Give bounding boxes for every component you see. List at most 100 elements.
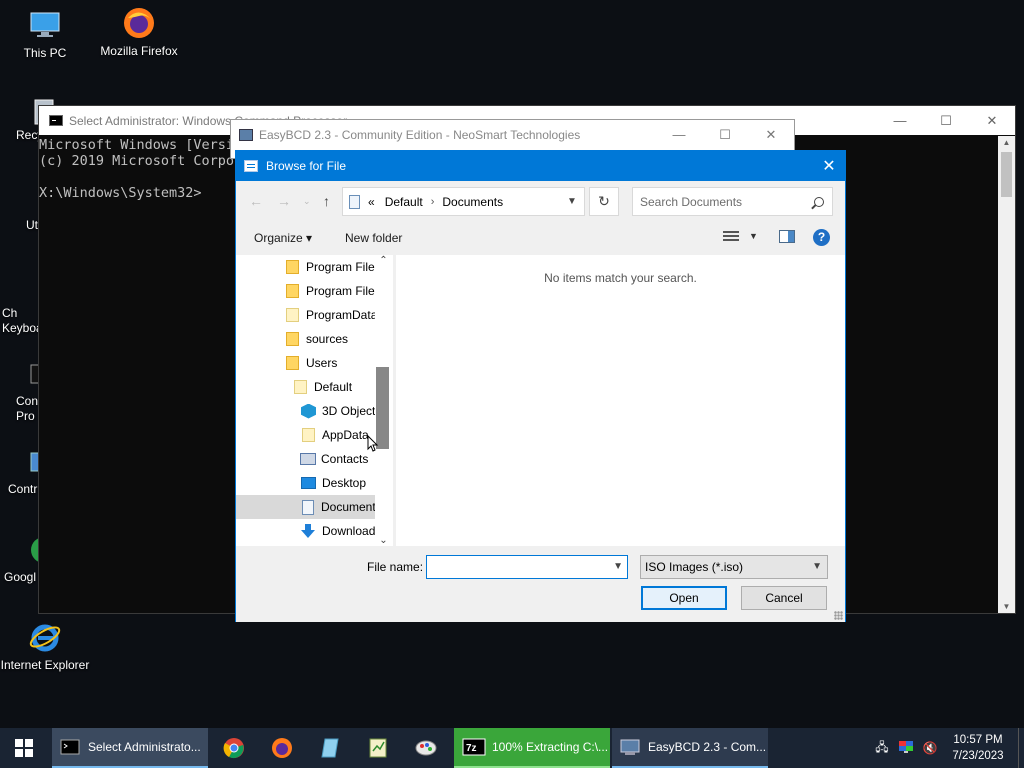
back-arrow-icon[interactable]: ← (249, 193, 263, 209)
taskbar-paint-button[interactable] (402, 728, 450, 768)
tree-item-label: Documents (321, 500, 379, 514)
tree-item-users[interactable]: Users (236, 351, 379, 375)
scroll-down-icon[interactable]: ▼ (998, 602, 1015, 611)
taskbar-button-label: EasyBCD 2.3 - Com... (648, 740, 767, 754)
close-button[interactable]: ✕ (969, 113, 1015, 129)
documents-icon (302, 499, 314, 515)
taskbar-chrome-button[interactable] (210, 728, 258, 768)
cmd-scrollbar[interactable]: ▲ ▼ (998, 136, 1015, 613)
search-icon[interactable] (814, 196, 824, 207)
close-button[interactable]: ✕ (748, 127, 794, 143)
forward-arrow-icon[interactable]: → (277, 193, 291, 209)
system-tray: 🖧 🔇 10:57 PM 7/23/2023 (870, 728, 1024, 768)
close-button[interactable]: ✕ (813, 156, 845, 176)
tree-item-program-files-x86[interactable]: Program Files (236, 279, 379, 303)
dialog-toolbar: Organize ▾ New folder ▼ ? (236, 225, 845, 251)
address-overflow[interactable]: « (368, 195, 375, 209)
cmd-icon (60, 739, 80, 755)
downloads-icon (301, 523, 315, 539)
chevron-down-icon[interactable]: ▼ (613, 561, 623, 572)
navigation-tree[interactable]: Program Files Program Files ProgramData … (236, 255, 393, 546)
up-arrow-icon[interactable]: ↑ (323, 193, 330, 209)
minimize-button[interactable]: — (656, 127, 702, 143)
file-name-input[interactable]: ▼ (426, 555, 628, 579)
tree-item-sources[interactable]: sources (236, 327, 379, 351)
documents-icon (349, 194, 360, 209)
chevron-up-icon[interactable]: ⌃ (375, 255, 392, 266)
breadcrumb-documents[interactable]: Documents (442, 195, 503, 209)
taskbar-easybcd-button[interactable]: EasyBCD 2.3 - Com... (612, 728, 768, 768)
browse-for-file-dialog[interactable]: Browse for File ✕ ← → ⌄ ↑ « Default › Do… (235, 150, 846, 622)
refresh-button[interactable]: ↻ (589, 187, 619, 216)
tree-item-label: Users (306, 356, 338, 370)
search-input[interactable]: Search Documents (632, 187, 833, 216)
tree-item-3d-objects[interactable]: 3D Objects (236, 399, 379, 423)
contacts-icon (300, 453, 316, 465)
svg-text:7z: 7z (466, 743, 477, 754)
new-folder-button[interactable]: New folder (345, 231, 402, 245)
minimize-button[interactable]: — (877, 113, 923, 129)
taskbar: Select Administrato... 7z 100% Extractin… (0, 728, 1024, 768)
desktop-icon-keyboard[interactable]: Ch Keyboa (0, 306, 43, 336)
view-options-icon[interactable] (723, 231, 739, 243)
clock[interactable]: 10:57 PM 7/23/2023 (942, 732, 1014, 764)
tree-item-documents[interactable]: Documents (236, 495, 379, 519)
taskbar-cmd-button[interactable]: Select Administrato... (52, 728, 208, 768)
taskbar-spreadsheet-button[interactable] (354, 728, 402, 768)
tree-item-contacts[interactable]: Contacts (236, 447, 379, 471)
desktop-icon (301, 477, 316, 489)
desktop-icon-command-prompt[interactable]: Con Pro (0, 364, 48, 424)
maximize-button[interactable]: ☐ (923, 113, 969, 129)
display-icon[interactable] (894, 740, 918, 757)
resize-grip-icon[interactable] (834, 611, 843, 620)
tree-item-label: Program Files (306, 284, 379, 298)
desktop-icon-internet-explorer[interactable]: Internet Explorer (0, 620, 90, 672)
taskbar-7zip-button[interactable]: 7z 100% Extracting C:\... (454, 728, 610, 768)
help-icon[interactable]: ? (813, 229, 830, 246)
tree-item-label: AppData (322, 428, 369, 442)
address-bar[interactable]: « Default › Documents ▼ (342, 187, 585, 216)
tree-item-label: Downloads (322, 524, 379, 538)
firefox-icon (122, 6, 156, 40)
desktop-icon-label: Internet Explorer (0, 658, 90, 672)
taskbar-firefox-button[interactable] (258, 728, 306, 768)
tree-item-label: Contacts (321, 452, 369, 466)
cancel-button[interactable]: Cancel (741, 586, 827, 610)
easybcd-title-bar[interactable]: EasyBCD 2.3 - Community Edition - NeoSma… (231, 120, 794, 150)
chevron-down-icon: ▼ (812, 561, 822, 572)
tree-item-programdata[interactable]: ProgramData (236, 303, 379, 327)
scroll-thumb[interactable] (1001, 152, 1012, 197)
tree-item-label: ProgramData (306, 308, 378, 322)
dialog-title-bar[interactable]: Browse for File ✕ (236, 151, 845, 181)
organize-button[interactable]: Organize ▾ (254, 231, 312, 245)
folder-icon (302, 428, 315, 442)
breadcrumb-default[interactable]: Default (385, 195, 423, 209)
desktop-icon-firefox[interactable]: Mozilla Firefox (94, 6, 184, 58)
tree-scrollbar[interactable]: ⌃ ⌄ (375, 255, 392, 546)
scroll-up-icon[interactable]: ▲ (998, 138, 1015, 147)
show-desktop-button[interactable] (1018, 728, 1024, 768)
chevron-down-icon[interactable]: ▼ (749, 231, 758, 241)
tree-item-downloads[interactable]: Downloads (236, 519, 379, 543)
preview-pane-icon[interactable] (779, 230, 795, 243)
3d-objects-icon (301, 403, 316, 419)
file-list[interactable]: No items match your search. (396, 255, 845, 546)
file-type-select[interactable]: ISO Images (*.iso) ▼ (640, 555, 828, 579)
network-disconnected-icon[interactable]: 🖧 (870, 738, 894, 759)
recent-dropdown-icon[interactable]: ⌄ (303, 196, 311, 207)
tree-item-appdata[interactable]: AppData (236, 423, 379, 447)
chevron-down-icon[interactable]: ▼ (560, 196, 584, 207)
clock-time: 10:57 PM (953, 734, 1003, 746)
start-button[interactable] (0, 728, 48, 768)
taskbar-notepad-button[interactable] (306, 728, 354, 768)
desktop-icon-this-pc[interactable]: This PC (0, 8, 90, 60)
volume-muted-icon[interactable]: 🔇 (918, 741, 942, 755)
open-button[interactable]: Open (641, 586, 727, 610)
tree-item-default[interactable]: Default (236, 375, 379, 399)
chevron-right-icon: › (430, 195, 435, 208)
maximize-button[interactable]: ☐ (702, 127, 748, 143)
tree-item-label: sources (306, 332, 349, 346)
chevron-down-icon[interactable]: ⌄ (375, 535, 392, 546)
tree-item-program-files[interactable]: Program Files (236, 255, 379, 279)
tree-item-desktop[interactable]: Desktop (236, 471, 379, 495)
